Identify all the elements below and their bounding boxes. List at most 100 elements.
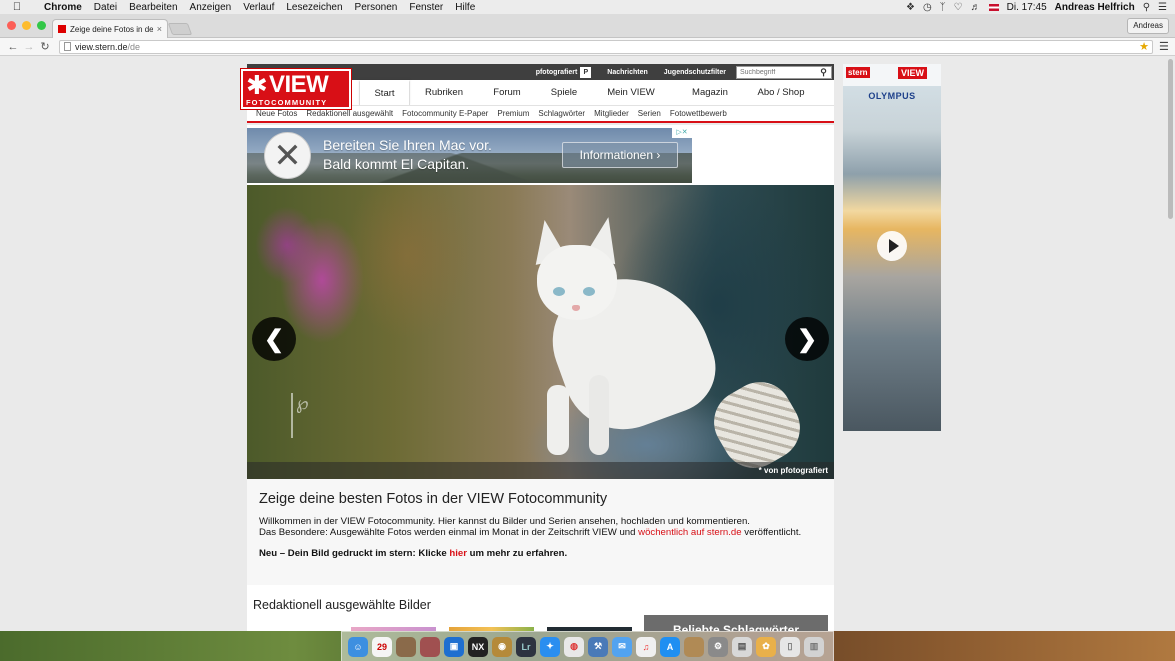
- trash-icon[interactable]: ▥: [804, 636, 824, 657]
- app-store-icon[interactable]: A: [660, 636, 680, 657]
- apple-menu-icon[interactable]: : [10, 1, 24, 13]
- subnav-fotowettbewerb[interactable]: Fotowettbewerb: [670, 109, 727, 118]
- minimize-window-button[interactable]: [22, 21, 31, 30]
- wifi-icon[interactable]: ♡: [954, 2, 963, 13]
- photographer-watermark-icon: ℘: [291, 393, 313, 438]
- el-capitan-banner-ad[interactable]: ✕ Bereiten Sie Ihren Mac vor. Bald kommt…: [247, 128, 692, 183]
- olympus-logo: OLYMPUS: [868, 91, 916, 101]
- subnav-schlagwoerter[interactable]: Schlagwörter: [538, 109, 585, 118]
- menu-personen[interactable]: Personen: [355, 2, 398, 13]
- forward-icon[interactable]: →: [21, 41, 37, 53]
- logo-word: VIEW: [269, 71, 329, 98]
- stern-link[interactable]: wöchentlich auf stern.de: [638, 527, 741, 538]
- subnav-neue-fotos[interactable]: Neue Fotos: [256, 109, 297, 118]
- subnav-redaktionell[interactable]: Redaktionell ausgewählt: [306, 109, 393, 118]
- system-preferences-icon[interactable]: ⚙: [708, 636, 728, 657]
- volume-icon[interactable]: ♬: [971, 2, 981, 13]
- menu-lesezeichen[interactable]: Lesezeichen: [286, 2, 342, 13]
- nav-mein-view[interactable]: Mein VIEW: [592, 80, 670, 105]
- back-icon[interactable]: ←: [5, 41, 21, 53]
- photo-credit[interactable]: * von pfotografiert: [247, 462, 834, 479]
- nav-forum[interactable]: Forum: [478, 80, 536, 105]
- slider-next-button[interactable]: ❯: [785, 317, 829, 361]
- popular-tags-header: Beliebte Schlagwörter: [644, 615, 828, 631]
- topbar-link-pfotografiert[interactable]: pfotografiert: [536, 69, 578, 76]
- xcode-icon[interactable]: ⚒: [588, 636, 608, 657]
- nav-rubriken[interactable]: Rubriken: [410, 80, 478, 105]
- close-window-button[interactable]: [7, 21, 16, 30]
- banner-line2: Bald kommt El Capitan.: [323, 156, 470, 172]
- pfotografiert-badge-icon[interactable]: P: [580, 66, 592, 78]
- subnav-premium[interactable]: Premium: [497, 109, 529, 118]
- itunes-icon[interactable]: ♫: [636, 636, 656, 657]
- photo-app-icon[interactable]: [396, 636, 416, 657]
- search-icon[interactable]: ⚲: [817, 67, 830, 78]
- view-fotocommunity-logo[interactable]: ✱ VIEW FOTOCOMMUNITY: [241, 69, 351, 109]
- notification-center-icon[interactable]: ☰: [1158, 2, 1167, 13]
- chrome-menu-icon[interactable]: ☰: [1159, 40, 1169, 53]
- menu-datei[interactable]: Datei: [94, 2, 117, 13]
- hier-link[interactable]: hier: [449, 548, 467, 559]
- banner-info-button[interactable]: Informationen ›: [562, 142, 678, 168]
- messages-icon[interactable]: ✉: [612, 636, 632, 657]
- lightroom-icon[interactable]: Lr: [516, 636, 536, 657]
- nav-magazin[interactable]: Magazin: [670, 80, 750, 105]
- skyscraper-ad[interactable]: stern VIEW OLYMPUS: [843, 64, 941, 431]
- file-app-icon[interactable]: ▤: [732, 636, 752, 657]
- new-tab-button[interactable]: [167, 23, 193, 35]
- intro-p2-end: veröffentlicht.: [741, 527, 802, 538]
- close-tab-icon[interactable]: ×: [157, 24, 162, 34]
- profile-button[interactable]: Andreas: [1127, 18, 1169, 34]
- calendar-icon[interactable]: 29: [372, 636, 392, 657]
- editors-picks-title: Redaktionell ausgewählte Bilder: [253, 598, 431, 612]
- browser-tab[interactable]: Zeige deine Fotos in der VIEW ×: [52, 19, 168, 38]
- menu-fenster[interactable]: Fenster: [409, 2, 443, 13]
- bluetooth-icon[interactable]: ᛉ: [940, 2, 946, 13]
- page-scrollbar[interactable]: [1168, 59, 1173, 219]
- intro-cta: Neu – Dein Bild gedruckt im stern: Klick…: [259, 548, 822, 559]
- search-input[interactable]: [737, 66, 817, 78]
- menu-hilfe[interactable]: Hilfe: [455, 2, 475, 13]
- keyboard-layout-flag-icon[interactable]: [988, 3, 999, 11]
- cat-leg: [589, 375, 609, 455]
- aperture-icon[interactable]: ◉: [492, 636, 512, 657]
- menu-app-chrome[interactable]: Chrome: [44, 2, 82, 13]
- notes-app-icon[interactable]: [684, 636, 704, 657]
- fullscreen-window-button[interactable]: [37, 21, 46, 30]
- play-video-icon[interactable]: [877, 231, 907, 261]
- spotlight-icon[interactable]: ⚲: [1143, 2, 1150, 13]
- nx2-icon[interactable]: NX: [468, 636, 488, 657]
- nav-spiele[interactable]: Spiele: [536, 80, 592, 105]
- topbar-link-nachrichten[interactable]: Nachrichten: [607, 69, 647, 76]
- chrome-icon[interactable]: ◍: [564, 636, 584, 657]
- tab-strip: Zeige deine Fotos in der VIEW × Andreas: [0, 14, 1175, 38]
- dropbox-icon[interactable]: ❖: [906, 2, 915, 13]
- nav-abo-shop[interactable]: Abo / Shop: [750, 80, 812, 105]
- subnav-mitglieder[interactable]: Mitglieder: [594, 109, 629, 118]
- subnav-epaper[interactable]: Fotocommunity E-Paper: [402, 109, 488, 118]
- preview-icon[interactable]: ▣: [444, 636, 464, 657]
- topbar-link-jugendschutzfilter[interactable]: Jugendschutzfilter: [664, 69, 726, 76]
- stern-favicon-icon: [58, 25, 66, 33]
- time-machine-icon[interactable]: ◷: [923, 2, 932, 13]
- site-search: ⚲: [736, 65, 832, 79]
- menubar-user[interactable]: Andreas Helfrich: [1055, 2, 1135, 13]
- bookmark-star-icon[interactable]: ★: [1139, 40, 1149, 53]
- address-bar[interactable]: view.stern.de/de ★: [59, 39, 1153, 54]
- photo-booth-icon[interactable]: [420, 636, 440, 657]
- menubar-clock[interactable]: Di. 17:45: [1007, 2, 1047, 13]
- reload-icon[interactable]: ↻: [37, 40, 53, 53]
- sky-stern-logo: stern: [846, 67, 870, 78]
- browser-window: Zeige deine Fotos in der VIEW × Andreas …: [0, 14, 1175, 631]
- nav-start[interactable]: Start: [359, 80, 410, 105]
- documents-folder-icon[interactable]: ▯: [780, 636, 800, 657]
- adchoices-icon[interactable]: ▷✕: [672, 128, 692, 138]
- safari-icon[interactable]: ✦: [540, 636, 560, 657]
- menu-verlauf[interactable]: Verlauf: [243, 2, 274, 13]
- finder-icon[interactable]: ☺: [348, 636, 368, 657]
- menu-bearbeiten[interactable]: Bearbeiten: [129, 2, 177, 13]
- menu-anzeigen[interactable]: Anzeigen: [190, 2, 232, 13]
- slider-prev-button[interactable]: ❮: [252, 317, 296, 361]
- subnav-serien[interactable]: Serien: [638, 109, 661, 118]
- photos-icon[interactable]: ✿: [756, 636, 776, 657]
